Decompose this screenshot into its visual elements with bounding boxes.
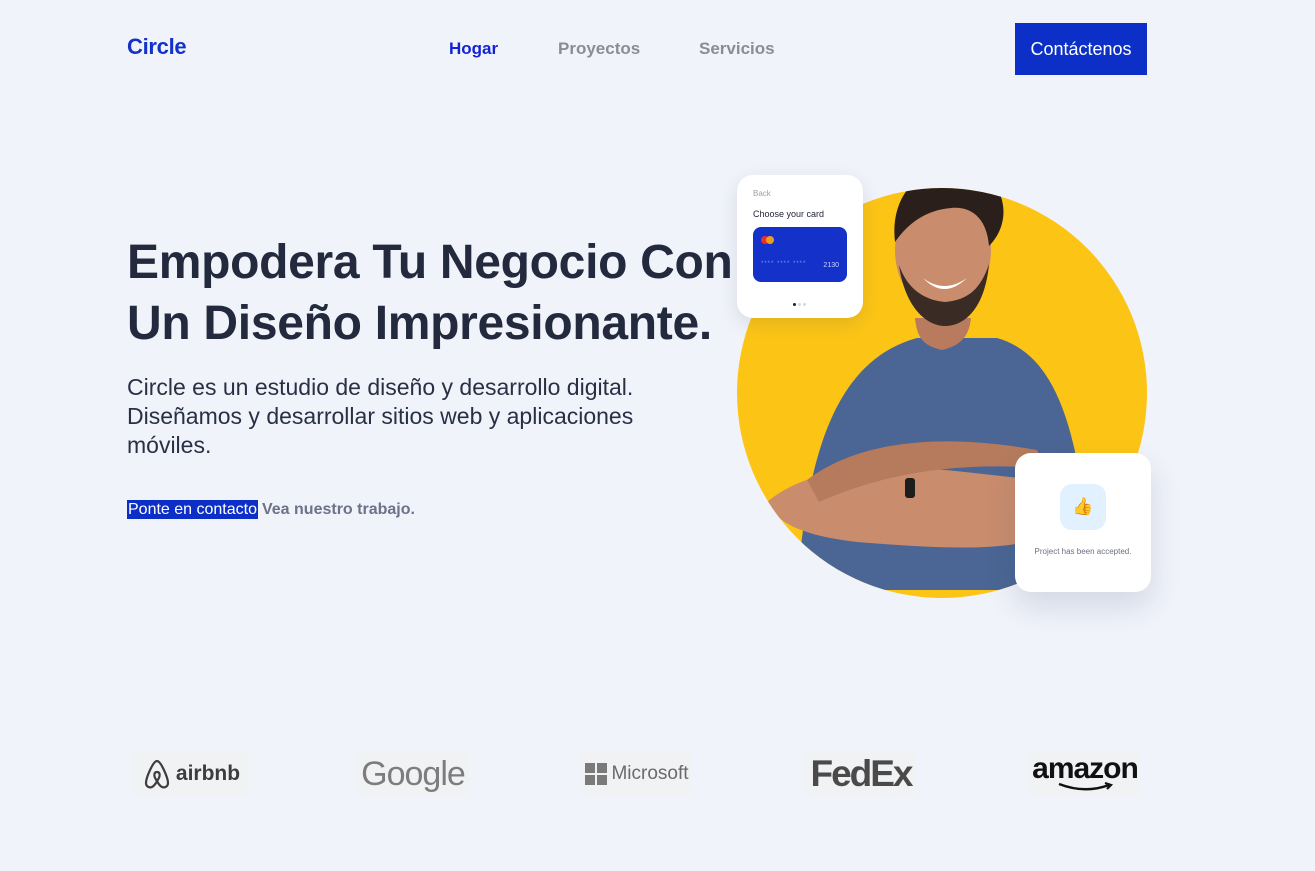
nav-link-projects[interactable]: Proyectos xyxy=(558,38,640,60)
fedex-logo: FedEx xyxy=(806,752,916,796)
amazon-smile-icon xyxy=(1058,782,1114,791)
card-pagination xyxy=(793,303,806,306)
microsoft-icon xyxy=(585,763,608,785)
amazon-wordmark: amazon xyxy=(1032,752,1139,785)
pagination-dot[interactable] xyxy=(798,303,801,306)
airbnb-logo: airbnb xyxy=(133,752,249,796)
card-last-digits: 2130 xyxy=(823,262,839,269)
google-logo: Google xyxy=(357,752,469,796)
microsoft-wordmark: Microsoft xyxy=(611,763,689,784)
project-accepted-widget: 👍 Project has been accepted. xyxy=(1015,453,1151,592)
hero-links: Ponte en contacto Vea nuestro trabajo. xyxy=(127,500,415,519)
microsoft-logo: Microsoft xyxy=(582,752,692,796)
pagination-dot-active[interactable] xyxy=(793,303,796,306)
back-label[interactable]: Back xyxy=(753,189,771,198)
payment-card-widget: Back Choose your card **** **** **** 213… xyxy=(737,175,863,318)
airbnb-icon xyxy=(144,759,170,789)
hero-title: Empodera Tu Negocio Con Un Diseño Impres… xyxy=(127,236,733,350)
choose-card-heading: Choose your card xyxy=(753,209,825,219)
airbnb-wordmark: airbnb xyxy=(175,762,241,785)
see-work-link[interactable]: Vea nuestro trabajo. xyxy=(262,500,415,519)
hero-subtitle: Circle es un estudio de diseño y desarro… xyxy=(127,374,634,458)
project-accepted-message: Project has been accepted. xyxy=(1034,547,1132,556)
credit-card[interactable]: **** **** **** 2130 xyxy=(753,227,847,282)
logo[interactable]: Circle xyxy=(127,34,187,60)
get-in-touch-link[interactable]: Ponte en contacto xyxy=(127,500,258,519)
pagination-dot[interactable] xyxy=(803,303,806,306)
nav-link-services[interactable]: Servicios xyxy=(699,38,775,60)
nav-link-home[interactable]: Hogar xyxy=(449,38,498,60)
amazon-logo: amazon xyxy=(1030,752,1140,796)
thumbs-up-icon: 👍 xyxy=(1060,484,1106,530)
contact-button[interactable]: Contáctenos xyxy=(1015,23,1147,75)
card-masked-number: **** **** **** xyxy=(761,261,807,267)
mastercard-icon-overlay xyxy=(766,236,774,244)
